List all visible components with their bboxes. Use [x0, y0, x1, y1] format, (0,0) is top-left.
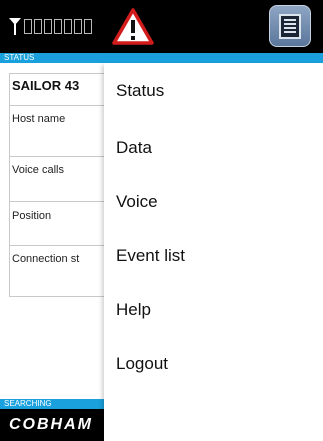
signal-bar [34, 19, 42, 34]
menu-item-help[interactable]: Help [116, 300, 151, 320]
signal-strength-bars [24, 19, 92, 34]
menu-icon [279, 13, 301, 39]
menu-item-status[interactable]: Status [116, 81, 164, 101]
connection-status-label: Connection st [12, 253, 80, 265]
antenna-icon [9, 18, 21, 35]
menu-item-voice[interactable]: Voice [116, 192, 158, 212]
position-label: Position [12, 210, 52, 222]
top-bar [0, 0, 323, 53]
status-strip: STATUS [0, 53, 323, 63]
signal-bar [54, 19, 62, 34]
menu-item-data[interactable]: Data [116, 138, 152, 158]
signal-bar [44, 19, 52, 34]
host-name-label: Host name [12, 113, 66, 125]
signal-bar [24, 19, 32, 34]
dropdown-menu: Status Data Voice Event list Help Logout [104, 63, 323, 441]
panel-title: SAILOR 43 [12, 78, 80, 93]
menu-button[interactable] [269, 5, 311, 47]
signal-bar [64, 19, 72, 34]
signal-bar [74, 19, 82, 34]
status-strip-label: STATUS [4, 53, 35, 62]
menu-item-logout[interactable]: Logout [116, 354, 168, 374]
voice-calls-label: Voice calls [12, 164, 64, 176]
menu-item-event-list[interactable]: Event list [116, 246, 185, 266]
signal-bar [84, 19, 92, 34]
warning-icon[interactable] [112, 7, 154, 45]
cobham-logo: COBHAM [9, 416, 93, 433]
searching-label: SEARCHING [4, 399, 52, 408]
